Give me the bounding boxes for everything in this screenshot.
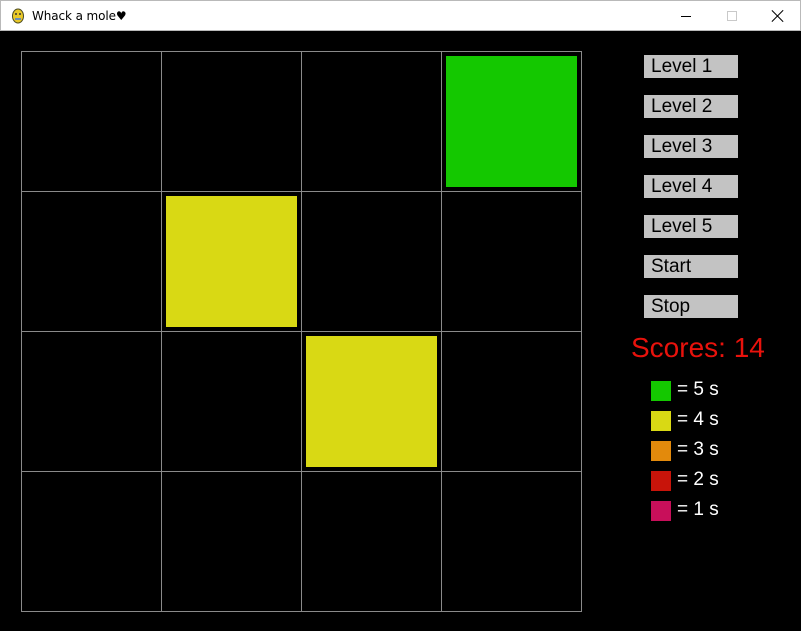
score-display: Scores: 14: [631, 332, 765, 363]
start-button[interactable]: Start: [644, 255, 738, 278]
legend-swatch: [651, 471, 671, 491]
window-title-bar: Whack a mole♥: [0, 0, 801, 31]
legend-label: = 2 s: [677, 469, 719, 490]
grid-cell[interactable]: [162, 52, 302, 192]
mole-square[interactable]: [446, 56, 577, 187]
grid-cell[interactable]: [442, 332, 582, 472]
grid-cell[interactable]: [22, 192, 162, 332]
level-1-button[interactable]: Level 1: [644, 55, 738, 78]
grid-cell[interactable]: [442, 472, 582, 612]
minimize-icon: [681, 15, 691, 17]
legend-swatch: [651, 411, 671, 431]
window-title: Whack a mole♥: [32, 9, 127, 23]
grid-cell[interactable]: [22, 52, 162, 192]
grid-cell[interactable]: [302, 52, 442, 192]
grid-cell[interactable]: [22, 332, 162, 472]
grid-cell[interactable]: [442, 192, 582, 332]
close-button[interactable]: [755, 1, 801, 31]
grid-cell[interactable]: [302, 472, 442, 612]
level-4-button[interactable]: Level 4: [644, 175, 738, 198]
level-3-button[interactable]: Level 3: [644, 135, 738, 158]
grid-cell[interactable]: [302, 192, 442, 332]
level-5-button[interactable]: Level 5: [644, 215, 738, 238]
grid-cell[interactable]: [302, 332, 442, 472]
grid-cell[interactable]: [22, 472, 162, 612]
grid-cell[interactable]: [162, 192, 302, 332]
close-icon: [772, 10, 784, 22]
maximize-icon: [727, 11, 737, 21]
maximize-button[interactable]: [709, 1, 755, 31]
grid-cell[interactable]: [162, 332, 302, 472]
legend-label: = 1 s: [677, 499, 719, 520]
legend-label: = 3 s: [677, 439, 719, 460]
legend-label: = 5 s: [677, 379, 719, 400]
mole-square[interactable]: [306, 336, 437, 467]
pygame-snake-icon: [12, 8, 24, 24]
grid-cell[interactable]: [162, 472, 302, 612]
grid-cell[interactable]: [442, 52, 582, 192]
game-board: [21, 51, 582, 612]
legend-swatch: [651, 441, 671, 461]
legend-label: = 4 s: [677, 409, 719, 430]
legend-swatch: [651, 501, 671, 521]
level-2-button[interactable]: Level 2: [644, 95, 738, 118]
stop-button[interactable]: Stop: [644, 295, 738, 318]
minimize-button[interactable]: [663, 1, 709, 31]
mole-square[interactable]: [166, 196, 297, 327]
legend-swatch: [651, 381, 671, 401]
